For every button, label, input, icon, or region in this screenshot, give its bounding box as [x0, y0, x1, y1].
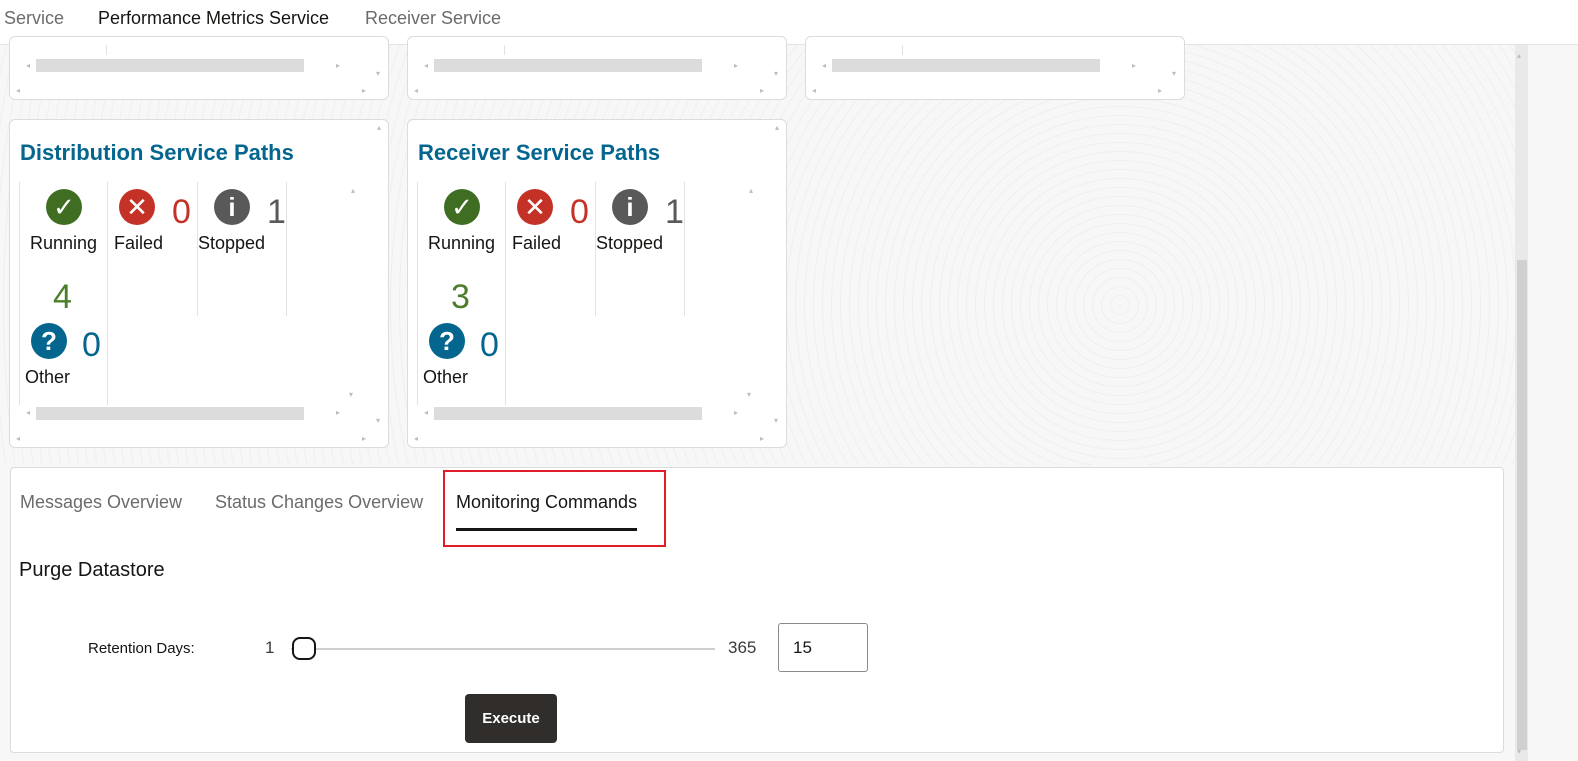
tab-status-changes-overview[interactable]: Status Changes Overview: [215, 492, 423, 513]
failed-label: Failed: [512, 233, 562, 253]
scroll-right-icon[interactable]: ▸: [760, 435, 764, 443]
section-title: Purge Datastore: [19, 559, 165, 581]
other-count: 0: [480, 326, 499, 364]
scroll-left-icon[interactable]: ◂: [16, 435, 20, 443]
top-card-2: ◂ ▸ ▾ ◂ ▸: [407, 36, 787, 100]
running-label: Running: [30, 233, 98, 253]
x-circle-icon: ✕: [119, 189, 155, 225]
scroll-right-icon[interactable]: ▸: [336, 62, 340, 70]
scroll-up-icon[interactable]: ▴: [775, 124, 779, 132]
scroll-right-icon[interactable]: ▸: [1132, 62, 1136, 70]
scroll-right-icon[interactable]: ▸: [760, 87, 764, 95]
receiver-service-paths-card: Receiver Service Paths ▴ ▴ ✓ Running 3 ✕…: [407, 119, 787, 448]
stopped-count: 1: [665, 193, 684, 231]
scroll-up-icon[interactable]: ▴: [377, 124, 381, 132]
failed-label: Failed: [114, 233, 164, 253]
scroll-down-icon[interactable]: ▾: [747, 391, 751, 399]
column-divider: [107, 182, 108, 405]
monitoring-panel: Messages Overview Status Changes Overvie…: [10, 467, 1504, 753]
execute-button[interactable]: Execute: [465, 694, 557, 743]
question-circle-icon: ?: [429, 323, 465, 359]
running-count: 3: [451, 278, 470, 316]
scroll-up-icon[interactable]: ▴: [1517, 52, 1521, 60]
retention-slider[interactable]: [291, 648, 715, 650]
running-label: Running: [428, 233, 496, 253]
column-divider: [505, 182, 506, 405]
horizontal-scrollbar[interactable]: [36, 407, 304, 420]
distribution-service-paths-card: Distribution Service Paths ▴ ▴ ✓ Running…: [9, 119, 389, 448]
check-circle-icon: ✓: [46, 189, 82, 225]
scroll-down-icon[interactable]: ▾: [774, 417, 778, 425]
column-divider: [504, 45, 505, 55]
scroll-down-icon[interactable]: ▾: [376, 70, 380, 78]
slider-min-label: 1: [265, 638, 275, 657]
info-circle-icon: i: [612, 189, 648, 225]
column-divider: [417, 182, 418, 405]
running-count: 4: [53, 278, 72, 316]
scroll-down-icon[interactable]: ▾: [774, 70, 778, 78]
scroll-down-icon[interactable]: ▾: [1517, 748, 1521, 756]
stopped-label: Stopped: [198, 233, 266, 253]
scroll-down-icon[interactable]: ▾: [1172, 70, 1176, 78]
horizontal-scrollbar[interactable]: [832, 59, 1100, 72]
column-divider: [286, 182, 287, 316]
scroll-left-icon[interactable]: ◂: [424, 62, 428, 70]
slider-max-label: 365: [728, 638, 757, 657]
info-circle-icon: i: [214, 189, 250, 225]
other-count: 0: [82, 326, 101, 364]
scroll-down-icon[interactable]: ▾: [376, 417, 380, 425]
other-label: Other: [423, 367, 469, 387]
column-divider: [902, 45, 903, 55]
x-circle-icon: ✕: [517, 189, 553, 225]
scroll-up-icon[interactable]: ▴: [351, 187, 355, 195]
scroll-left-icon[interactable]: ◂: [822, 62, 826, 70]
scroll-right-icon[interactable]: ▸: [1158, 87, 1162, 95]
other-label: Other: [25, 367, 71, 387]
scroll-right-icon[interactable]: ▸: [362, 87, 366, 95]
question-circle-icon: ?: [31, 323, 67, 359]
horizontal-scrollbar[interactable]: [36, 59, 304, 72]
check-circle-icon: ✓: [444, 189, 480, 225]
scroll-left-icon[interactable]: ◂: [812, 87, 816, 95]
card-title: Distribution Service Paths: [20, 140, 294, 165]
scroll-left-icon[interactable]: ◂: [424, 409, 428, 417]
top-card-1: ◂ ▸ ▾ ◂ ▸: [9, 36, 389, 100]
column-divider: [684, 182, 685, 316]
scroll-right-icon[interactable]: ▸: [734, 409, 738, 417]
horizontal-scrollbar[interactable]: [434, 407, 702, 420]
column-divider: [106, 45, 107, 55]
horizontal-scrollbar[interactable]: [434, 59, 702, 72]
scroll-right-icon[interactable]: ▸: [336, 409, 340, 417]
scroll-left-icon[interactable]: ◂: [414, 435, 418, 443]
stopped-count: 1: [267, 193, 286, 231]
scroll-right-icon[interactable]: ▸: [734, 62, 738, 70]
retention-days-input[interactable]: [778, 623, 868, 672]
tab-messages-overview[interactable]: Messages Overview: [20, 492, 182, 513]
scroll-left-icon[interactable]: ◂: [16, 87, 20, 95]
scroll-left-icon[interactable]: ◂: [414, 87, 418, 95]
scroll-up-icon[interactable]: ▴: [749, 187, 753, 195]
highlight-annotation-box: [443, 470, 666, 547]
retention-days-label: Retention Days:: [88, 640, 195, 657]
failed-count: 0: [570, 193, 589, 231]
failed-count: 0: [172, 193, 191, 231]
vertical-scrollbar-thumb[interactable]: [1517, 260, 1527, 750]
scroll-left-icon[interactable]: ◂: [26, 409, 30, 417]
top-card-3: ◂ ▸ ▾ ◂ ▸: [805, 36, 1185, 100]
stopped-label: Stopped: [596, 233, 664, 253]
column-divider: [19, 182, 20, 405]
scroll-left-icon[interactable]: ◂: [26, 62, 30, 70]
scroll-right-icon[interactable]: ▸: [362, 435, 366, 443]
card-title: Receiver Service Paths: [418, 140, 661, 165]
scroll-down-icon[interactable]: ▾: [349, 391, 353, 399]
retention-slider-thumb[interactable]: [292, 637, 316, 660]
